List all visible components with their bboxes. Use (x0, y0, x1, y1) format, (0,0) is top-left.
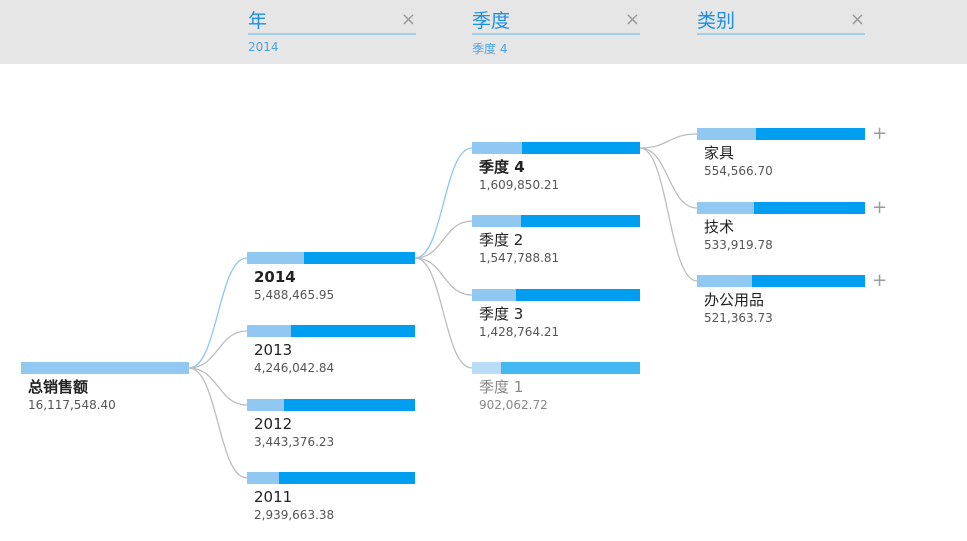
field-quarter-title: 季度 (472, 10, 511, 32)
link-1-1 (414, 220, 473, 259)
link-1-3 (414, 257, 473, 369)
field-year-title: 年 (248, 10, 268, 32)
level-3-node-1-label: 家具 (704, 144, 735, 162)
level-1-node-4-bar (247, 472, 415, 484)
expand-icon-3[interactable]: + (872, 272, 887, 290)
remove-category-icon[interactable]: × (850, 10, 865, 30)
level-2-node-1-value: 1,609,850.21 (479, 178, 560, 192)
root-node-total-sales-value: 16,117,548.40 (28, 398, 116, 412)
level-1-node-4-bar-fill (247, 472, 279, 484)
level-1-node-1[interactable]: 2014 5,488,465.95 (247, 252, 415, 304)
remove-quarter-icon[interactable]: × (625, 10, 640, 30)
link-0-1 (188, 330, 248, 369)
level-2-node-4-label: 季度 1 (479, 378, 524, 396)
level-1-node-3-label: 2012 (254, 415, 293, 433)
field-quarter[interactable]: 季度 × 季度 4 (472, 0, 640, 64)
level-2-node-2[interactable]: 季度 2 1,547,788.81 (472, 215, 640, 267)
link-2-0 (639, 133, 698, 149)
link-0-2 (188, 367, 248, 406)
level-3-node-2[interactable]: 技术 533,919.78 (697, 202, 865, 254)
link-1-2 (414, 257, 473, 296)
root-node-total-sales[interactable]: 总销售额 16,117,548.40 (21, 362, 189, 414)
level-1-node-1-bar-fill (247, 252, 304, 264)
level-1-node-3-value: 3,443,376.23 (254, 435, 335, 449)
level-1-node-3-bar-fill (247, 399, 284, 411)
level-3-node-2-bar-fill (697, 202, 754, 214)
field-year[interactable]: 年 × 2014 (248, 0, 416, 64)
level-1-node-2-bar (247, 325, 415, 337)
level-3-node-3[interactable]: 办公用品 521,363.73 (697, 275, 865, 327)
field-header: 年 × 2014 季度 × 季度 4 类别 × (0, 0, 967, 64)
level-3-node-3-bar-fill (697, 275, 752, 287)
level-2-node-3[interactable]: 季度 3 1,428,764.21 (472, 289, 640, 341)
link-0-3 (188, 367, 248, 479)
level-2-node-2-label: 季度 2 (479, 231, 524, 249)
level-3-node-1[interactable]: 家具 554,566.70 (697, 128, 865, 180)
level-2-node-2-bar (472, 215, 640, 227)
level-2-node-2-bar-fill (472, 215, 521, 227)
root-node-total-sales-bar-fill (21, 362, 189, 374)
link-1-0 (414, 147, 473, 259)
level-1-node-2-value: 4,246,042.84 (254, 361, 335, 375)
level-1-node-4-value: 2,939,663.38 (254, 508, 335, 522)
level-1-node-3-bar (247, 399, 415, 411)
decomposition-tree (188, 133, 698, 479)
level-2-node-4-bar-fill (472, 362, 501, 374)
link-0-0 (188, 257, 248, 369)
level-2-node-3-value: 1,428,764.21 (479, 325, 560, 339)
link-2-1 (639, 147, 698, 209)
remove-year-icon[interactable]: × (401, 10, 416, 30)
level-1-node-4-label: 2011 (254, 488, 293, 506)
level-3-node-1-value: 554,566.70 (704, 164, 773, 178)
field-quarter-underline (472, 33, 640, 35)
level-1-node-4[interactable]: 2011 2,939,663.38 (247, 472, 415, 524)
level-2-node-4[interactable]: 季度 1 902,062.72 (472, 362, 640, 414)
level-1-node-1-bar (247, 252, 415, 264)
level-3-node-3-value: 521,363.73 (704, 311, 773, 325)
level-2-node-3-label: 季度 3 (479, 305, 524, 323)
level-1-node-1-label: 2014 (254, 268, 296, 286)
field-quarter-selection: 季度 4 (472, 42, 508, 56)
level-2-node-4-value: 902,062.72 (479, 398, 548, 412)
field-category-title: 类别 (697, 10, 736, 32)
level-2-node-4-bar (472, 362, 640, 374)
level-1-node-1-value: 5,488,465.95 (254, 288, 335, 302)
root-node-total-sales-label: 总销售额 (28, 378, 89, 396)
field-category[interactable]: 类别 × (697, 0, 865, 64)
level-1-node-2-bar-fill (247, 325, 291, 337)
level-2-node-1-bar-fill (472, 142, 522, 154)
level-3-node-3-bar (697, 275, 865, 287)
level-2-node-2-value: 1,547,788.81 (479, 251, 560, 265)
level-1-node-2[interactable]: 2013 4,246,042.84 (247, 325, 415, 377)
level-3-node-2-bar (697, 202, 865, 214)
level-3-node-2-value: 533,919.78 (704, 238, 773, 252)
expand-icon-1[interactable]: + (872, 125, 887, 143)
level-2-node-3-bar-fill (472, 289, 516, 301)
level-2-node-1-bar (472, 142, 640, 154)
level-1-node-3[interactable]: 2012 3,443,376.23 (247, 399, 415, 451)
link-2-2 (639, 147, 698, 282)
field-year-selection: 2014 (248, 40, 279, 54)
level-1-node-2-label: 2013 (254, 341, 293, 359)
field-year-underline (248, 33, 416, 35)
level-3-node-3-label: 办公用品 (704, 291, 765, 309)
root-node-total-sales-bar (21, 362, 189, 374)
level-3-node-1-bar-fill (697, 128, 756, 140)
expand-icon-2[interactable]: + (872, 199, 887, 217)
level-2-node-1-label: 季度 4 (479, 158, 525, 176)
level-3-node-1-bar (697, 128, 865, 140)
field-category-underline (697, 33, 865, 35)
level-2-node-3-bar (472, 289, 640, 301)
level-3-node-2-label: 技术 (704, 218, 735, 236)
level-2-node-1[interactable]: 季度 4 1,609,850.21 (472, 142, 640, 194)
